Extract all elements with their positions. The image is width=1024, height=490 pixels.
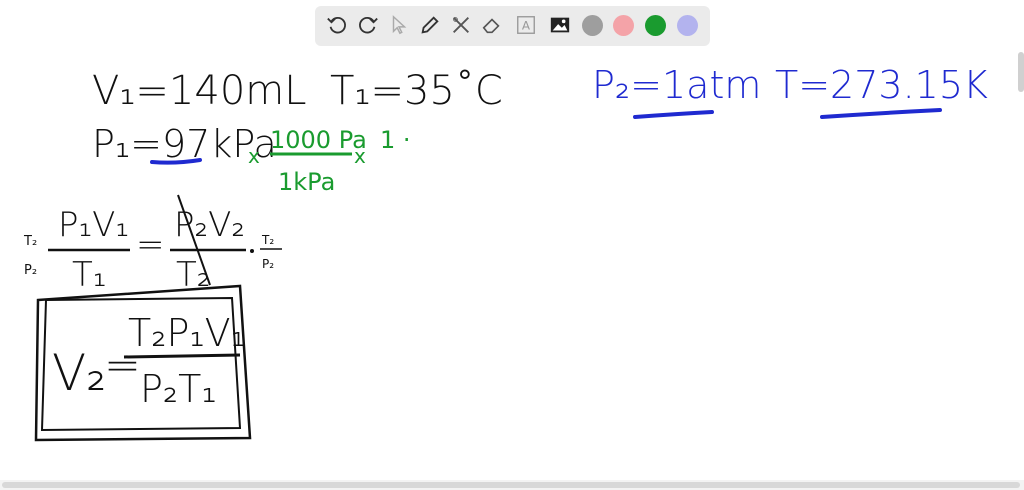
- conversion-numerator: 1000 Pa: [270, 126, 367, 154]
- eq-mult-bottom: P₂: [262, 257, 274, 271]
- color-swatch-gray[interactable]: [582, 15, 603, 36]
- undo-icon[interactable]: [322, 10, 352, 40]
- eq-equals: =: [136, 225, 165, 265]
- result-numerator: T₂P₁V₁: [128, 311, 246, 355]
- v1-text: V₁=140mL: [92, 68, 307, 114]
- t1-text: T₁=35˚C: [330, 68, 503, 114]
- tools-icon[interactable]: [446, 10, 476, 40]
- p2-text: P₂=1atm: [592, 63, 761, 107]
- color-swatch-lavender[interactable]: [677, 15, 698, 36]
- color-swatch-green[interactable]: [645, 15, 666, 36]
- pointer-icon[interactable]: [384, 10, 414, 40]
- horizontal-scrollbar-thumb[interactable]: [2, 482, 1020, 488]
- p2-underline: [633, 110, 714, 119]
- eq-mult-top: T₂: [261, 233, 274, 247]
- eq-left-denominator: T₁: [72, 255, 106, 295]
- conversion-tail: 1 ·: [380, 126, 411, 154]
- redo-icon[interactable]: [353, 10, 383, 40]
- eq-side-top: T₂: [23, 234, 37, 249]
- eq-side-bottom: P₂: [24, 263, 37, 278]
- whiteboard-canvas[interactable]: V₁=140mL T₁=35˚C P₁=97kPa x 1000 Pa 1kPa…: [0, 50, 1024, 480]
- t-text: T=273.15K: [775, 63, 988, 107]
- text-icon[interactable]: A: [511, 10, 541, 40]
- times-sign-1: x: [248, 144, 260, 168]
- eraser-icon[interactable]: [477, 10, 507, 40]
- eq-dot: [250, 249, 254, 253]
- color-swatch-pink[interactable]: [613, 15, 634, 36]
- times-sign-2: x: [354, 144, 366, 168]
- text-tool-glyph: A: [522, 19, 531, 33]
- conversion-denominator: 1kPa: [278, 168, 335, 196]
- pen-icon[interactable]: [415, 10, 445, 40]
- result-lhs: V₂: [52, 344, 106, 402]
- eq-left-numerator: P₁V₁: [58, 205, 129, 245]
- result-fraction-bar: [123, 353, 241, 359]
- drawing-toolbar: A: [315, 6, 710, 46]
- t-underline: [820, 108, 942, 119]
- result-denominator: P₂T₁: [140, 367, 217, 411]
- image-icon[interactable]: [545, 10, 575, 40]
